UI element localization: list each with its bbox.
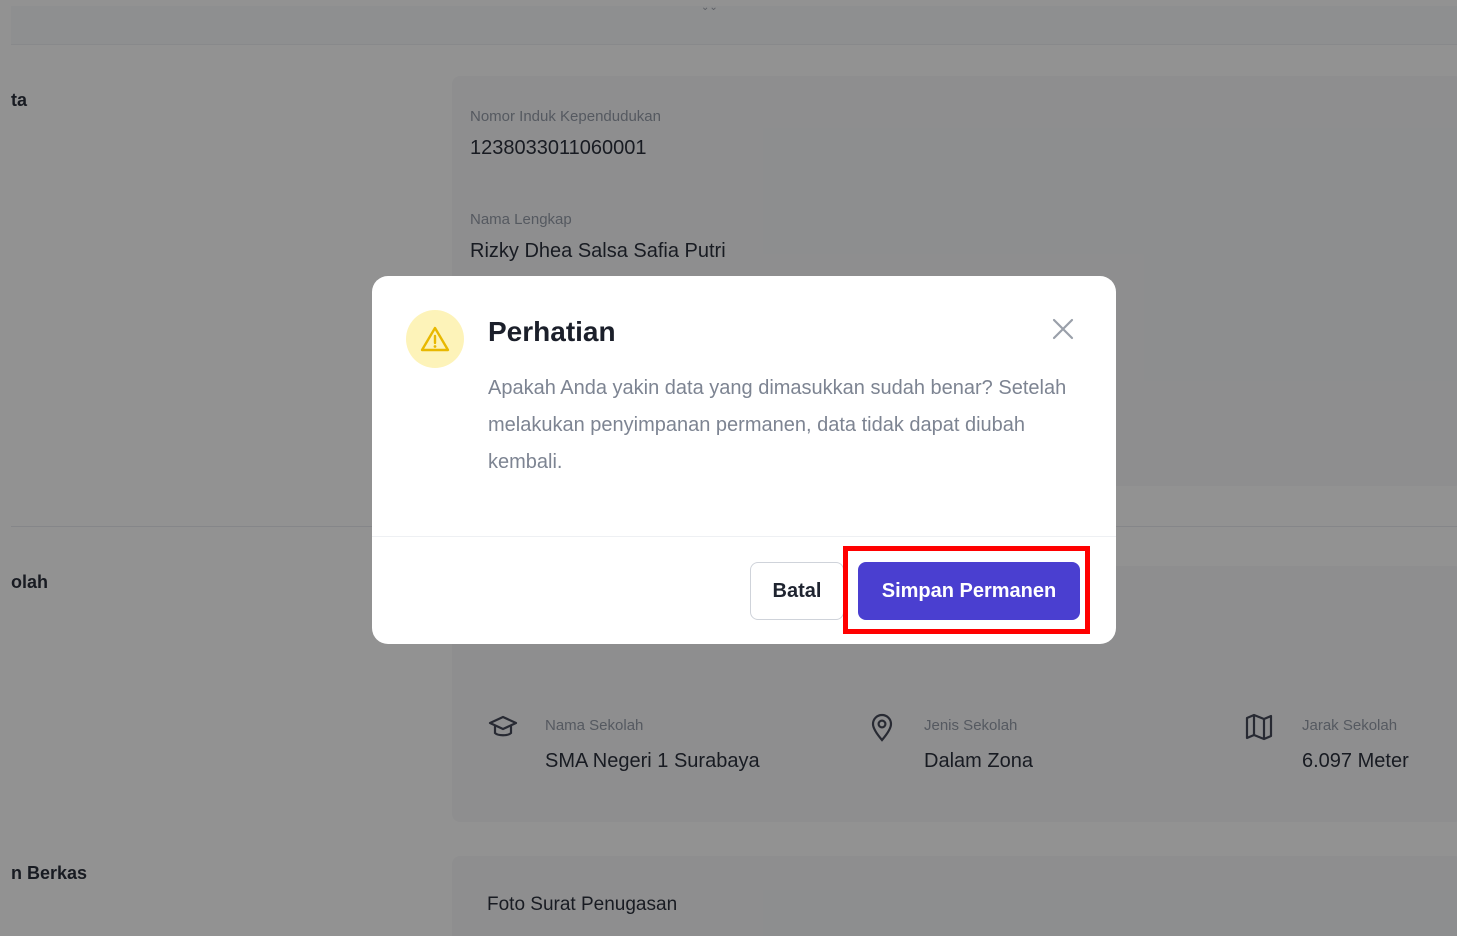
warning-badge — [406, 310, 464, 368]
dialog-title: Perhatian — [488, 316, 616, 347]
dialog-footer-divider — [372, 536, 1116, 537]
confirmation-dialog: Perhatian Apakah Anda yakin data yang di… — [372, 276, 1116, 644]
close-button[interactable] — [1048, 314, 1078, 344]
warning-triangle-icon — [420, 326, 450, 352]
cancel-button[interactable]: Batal — [750, 562, 844, 620]
close-icon — [1052, 318, 1074, 340]
dialog-message: Apakah Anda yakin data yang dimasukkan s… — [488, 377, 1067, 473]
save-permanent-button[interactable]: Simpan Permanen — [858, 562, 1080, 620]
